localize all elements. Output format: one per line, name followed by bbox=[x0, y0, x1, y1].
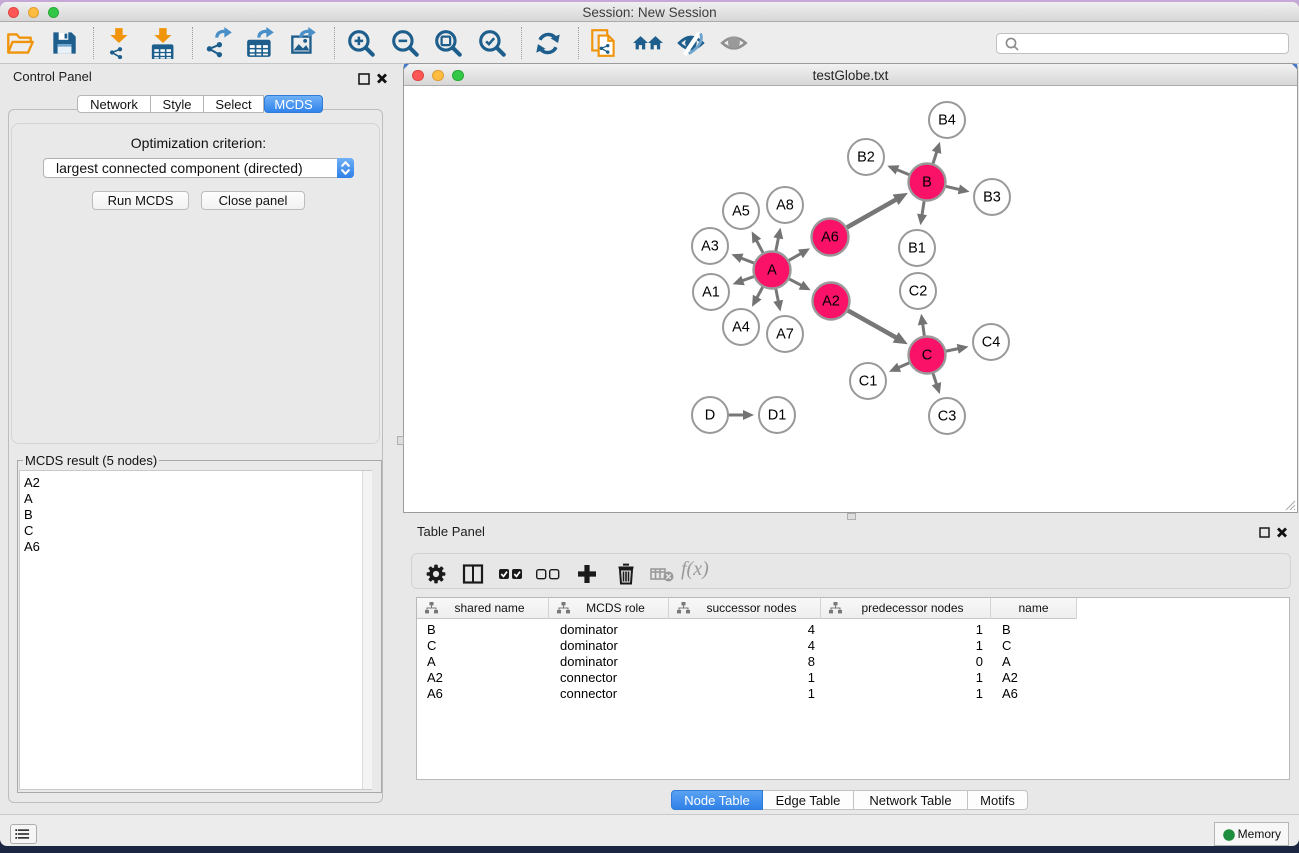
svg-text:A7: A7 bbox=[776, 327, 794, 343]
svg-text:C4: C4 bbox=[982, 335, 1001, 351]
svg-text:A1: A1 bbox=[702, 285, 720, 301]
svg-text:A6: A6 bbox=[821, 230, 839, 246]
svg-text:C3: C3 bbox=[938, 409, 957, 425]
svg-text:A3: A3 bbox=[701, 239, 719, 255]
svg-text:A4: A4 bbox=[732, 320, 750, 336]
svg-text:A: A bbox=[767, 263, 777, 279]
svg-text:B: B bbox=[922, 175, 932, 191]
svg-text:B4: B4 bbox=[938, 113, 956, 129]
svg-text:A8: A8 bbox=[776, 198, 794, 214]
svg-text:C1: C1 bbox=[859, 374, 878, 390]
svg-text:A5: A5 bbox=[732, 204, 750, 220]
svg-text:C2: C2 bbox=[909, 284, 928, 300]
svg-text:B1: B1 bbox=[908, 241, 926, 257]
svg-text:B3: B3 bbox=[983, 190, 1001, 206]
svg-text:B2: B2 bbox=[857, 150, 875, 166]
svg-text:D: D bbox=[705, 408, 715, 424]
svg-text:C: C bbox=[922, 348, 932, 364]
svg-text:D1: D1 bbox=[768, 408, 787, 424]
svg-text:A2: A2 bbox=[822, 294, 840, 310]
